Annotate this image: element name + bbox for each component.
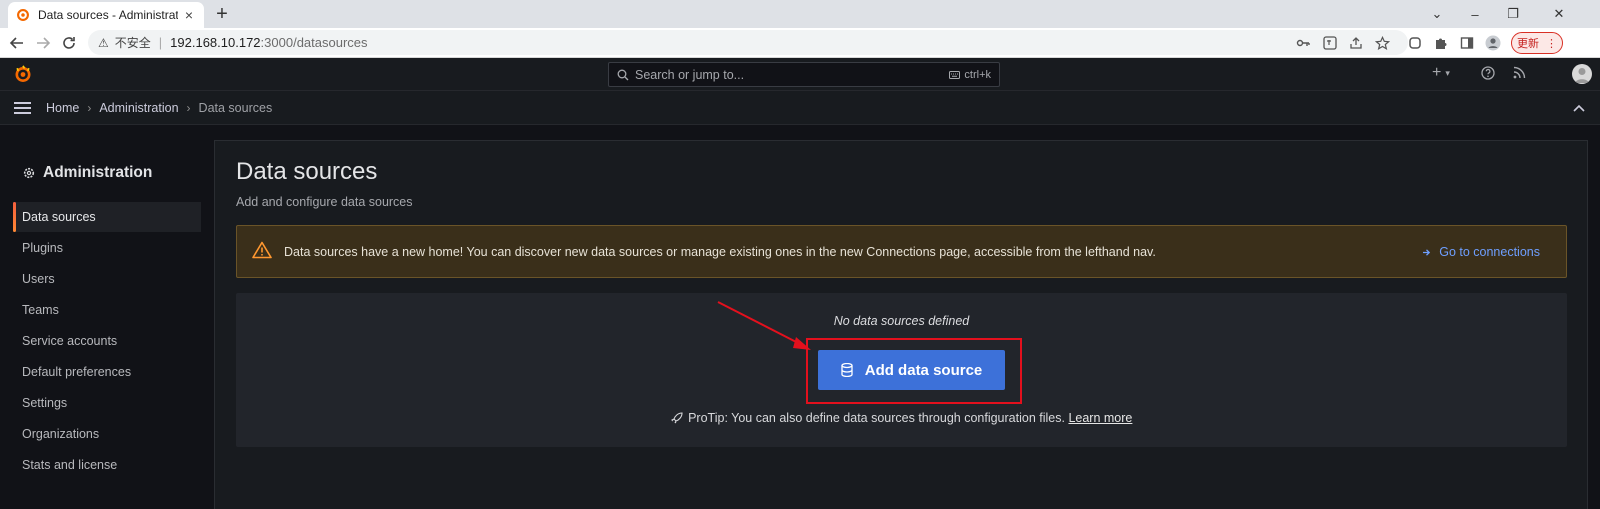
sidebar-item-organizations[interactable]: Organizations <box>13 419 201 449</box>
warning-triangle-icon <box>252 241 272 259</box>
breadcrumb-bar: Home › Administration › Data sources <box>0 91 1600 125</box>
help-icon <box>1481 66 1495 80</box>
breadcrumb-current: Data sources <box>198 101 273 115</box>
page-title: Data sources <box>236 158 378 185</box>
tab-title: Data sources - Administration <box>38 8 178 22</box>
go-to-connections-link[interactable]: Go to connections <box>1422 245 1540 259</box>
new-menu-button[interactable]: + ▾ <box>1432 64 1450 81</box>
add-data-source-button[interactable]: Add data source <box>818 350 1005 390</box>
sidebar-item-data-sources[interactable]: Data sources <box>13 202 201 232</box>
url-path: :3000/datasources <box>260 35 368 50</box>
user-avatar[interactable] <box>1572 64 1592 84</box>
update-label: 更新 <box>1517 38 1539 50</box>
plus-icon: + <box>1432 64 1442 81</box>
profile-icon[interactable] <box>1484 34 1502 52</box>
browser-update-button[interactable]: 更新 ⋮ <box>1511 32 1563 54</box>
database-icon <box>841 363 853 377</box>
sidebar-title: Administration <box>23 164 152 182</box>
admin-sidebar: Administration Data sources Plugins User… <box>0 125 214 509</box>
protip-text: ProTip: You can also define data sources… <box>688 411 1065 425</box>
grafana-favicon-icon <box>17 9 29 21</box>
restore-button[interactable]: ❐ <box>1494 0 1532 28</box>
close-window-button[interactable]: ✕ <box>1540 0 1578 28</box>
grafana-top-bar: Search or jump to... ctrl+k + ▾ <box>0 58 1600 91</box>
sidebar-item-service-accounts[interactable]: Service accounts <box>13 326 201 356</box>
page-subtitle: Add and configure data sources <box>236 195 413 209</box>
sidebar-item-settings[interactable]: Settings <box>13 388 201 418</box>
connections-alert: Data sources have a new home! You can di… <box>236 225 1567 278</box>
more-menu-icon: ⋮ <box>1546 37 1557 50</box>
alert-message: Data sources have a new home! You can di… <box>284 245 1156 259</box>
main-content: Data sources Add and configure data sour… <box>214 140 1588 509</box>
breadcrumb: Home › Administration › Data sources <box>46 101 272 115</box>
search-icon <box>617 69 629 80</box>
breadcrumb-home[interactable]: Home <box>46 101 79 115</box>
sidebar-item-stats-and-license[interactable]: Stats and license <box>13 450 201 480</box>
protip: ProTip: You can also define data sources… <box>236 411 1567 425</box>
tab-search-icon[interactable]: ⌄ <box>1418 0 1456 28</box>
go-to-connections-label: Go to connections <box>1439 245 1540 259</box>
user-avatar-icon <box>1575 68 1589 83</box>
key-icon[interactable] <box>1294 34 1312 52</box>
news-button[interactable] <box>1513 66 1526 79</box>
menu-toggle-icon[interactable] <box>14 102 31 114</box>
browser-address-bar: ⚠ 不安全 | 192.168.10.172:3000/datasources … <box>0 28 1600 58</box>
security-status: 不安全 <box>114 36 151 50</box>
back-button[interactable] <box>6 32 28 54</box>
translate-icon[interactable] <box>1321 34 1339 52</box>
add-data-source-label: Add data source <box>864 361 983 379</box>
gear-icon <box>23 167 35 179</box>
chevron-down-icon: ▾ <box>1445 67 1450 78</box>
breadcrumb-chevron-icon: › <box>87 101 92 115</box>
search-placeholder: Search or jump to... <box>635 67 745 82</box>
reload-button[interactable] <box>58 32 80 54</box>
warning-icon: ⚠ <box>98 35 109 50</box>
share-icon[interactable] <box>1347 34 1365 52</box>
rocket-icon <box>670 412 683 424</box>
bookmark-star-icon[interactable] <box>1373 34 1391 52</box>
collapse-chevron-up-icon[interactable] <box>1573 101 1585 115</box>
browser-tab-bar: Data sources - Administration × + ⌄ – ❐ … <box>0 0 1600 28</box>
learn-more-link[interactable]: Learn more <box>1068 411 1132 425</box>
tab-close-icon[interactable]: × <box>182 7 196 23</box>
browser-tab[interactable]: Data sources - Administration × <box>8 2 204 28</box>
empty-state-panel: No data sources defined Add data source … <box>236 293 1567 447</box>
shortcut-label: ctrl+k <box>964 68 991 81</box>
sidebar-item-default-preferences[interactable]: Default preferences <box>13 357 201 387</box>
breadcrumb-chevron-icon: › <box>186 101 191 115</box>
url-field[interactable]: ⚠ 不安全 | 192.168.10.172:3000/datasources <box>88 30 1408 55</box>
breadcrumb-administration[interactable]: Administration <box>99 101 178 115</box>
url-separator: | <box>158 35 163 50</box>
extensions-puzzle-icon[interactable] <box>1432 34 1450 52</box>
sidebar-item-plugins[interactable]: Plugins <box>13 233 201 263</box>
minimize-button[interactable]: – <box>1456 0 1494 28</box>
arrow-right-icon <box>37 37 51 49</box>
reload-icon <box>63 37 75 49</box>
sidebar-title-label: Administration <box>43 164 153 181</box>
new-tab-button[interactable]: + <box>212 4 232 24</box>
arrow-left-icon <box>9 37 23 49</box>
search-shortcut: ctrl+k <box>949 69 991 81</box>
grafana-logo-icon[interactable] <box>13 64 33 84</box>
forward-button[interactable] <box>32 32 54 54</box>
sidebar-item-teams[interactable]: Teams <box>13 295 201 325</box>
extension-sync-icon[interactable] <box>1406 34 1424 52</box>
side-panel-icon[interactable] <box>1458 34 1476 52</box>
url-host: 192.168.10.172 <box>170 35 261 50</box>
arrow-right-icon <box>1423 248 1431 256</box>
empty-state-text: No data sources defined <box>833 314 970 328</box>
rss-icon <box>1513 66 1526 79</box>
search-input[interactable]: Search or jump to... ctrl+k <box>608 62 1000 87</box>
sidebar-item-users[interactable]: Users <box>13 264 201 294</box>
keyboard-icon <box>949 70 961 79</box>
help-button[interactable] <box>1481 66 1495 80</box>
